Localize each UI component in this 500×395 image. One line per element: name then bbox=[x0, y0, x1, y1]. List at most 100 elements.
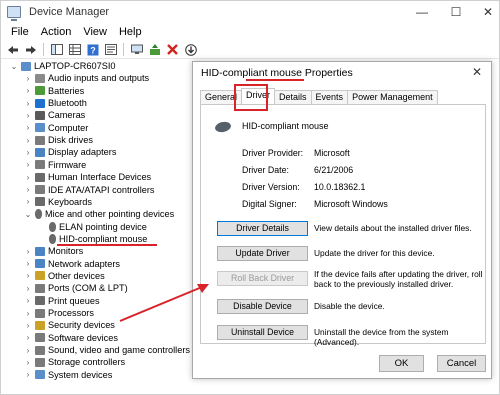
chevron-right-icon[interactable]: › bbox=[23, 309, 33, 318]
tree-category[interactable]: › Processors bbox=[23, 307, 94, 319]
driver-tab-highlight-annotation bbox=[234, 84, 268, 111]
tree-item-label: Firmware bbox=[48, 159, 87, 170]
tree-category[interactable]: › Other devices bbox=[23, 270, 105, 282]
ok-button[interactable]: OK bbox=[379, 355, 424, 372]
chevron-right-icon[interactable]: › bbox=[23, 284, 33, 293]
uninstall-device-desc: Uninstall the device from the system (Ad… bbox=[314, 327, 449, 347]
menu-help[interactable]: Help bbox=[113, 26, 148, 38]
chevron-right-icon[interactable]: › bbox=[23, 370, 33, 379]
tree-item-label: Computer bbox=[48, 122, 89, 133]
grid-view-icon[interactable] bbox=[67, 42, 82, 57]
tree-category[interactable]: › Firmware bbox=[23, 159, 87, 171]
help-icon[interactable]: ? bbox=[85, 42, 100, 57]
tree-category[interactable]: › Software devices bbox=[23, 332, 118, 344]
tree-category[interactable]: › Keyboards bbox=[23, 196, 92, 208]
update-driver-icon[interactable] bbox=[147, 42, 162, 57]
mouse-icon bbox=[35, 209, 42, 220]
tree-category[interactable]: › System devices bbox=[23, 369, 113, 381]
device-manager-icon bbox=[7, 6, 21, 21]
chevron-right-icon[interactable]: › bbox=[23, 296, 33, 305]
close-button[interactable]: ✕ bbox=[477, 3, 499, 21]
chevron-right-icon[interactable]: › bbox=[23, 197, 33, 206]
tree-category[interactable]: ⌄ Mice and other pointing devices bbox=[23, 208, 174, 220]
dialog-close-button[interactable]: ✕ bbox=[469, 65, 485, 79]
tree-category[interactable]: › Monitors bbox=[23, 245, 84, 257]
tree-category[interactable]: › Cameras bbox=[23, 109, 86, 121]
svg-text:?: ? bbox=[90, 45, 96, 55]
chevron-right-icon[interactable]: › bbox=[23, 259, 33, 268]
tree-category[interactable]: › Batteries bbox=[23, 85, 85, 97]
tree-item-label: ELAN pointing device bbox=[59, 221, 147, 232]
forward-arrow-icon[interactable] bbox=[23, 42, 38, 57]
driver-details-desc: View details about the installed driver … bbox=[314, 223, 472, 233]
menu-file[interactable]: File bbox=[5, 26, 35, 38]
display-icon bbox=[35, 147, 45, 157]
chevron-right-icon[interactable]: › bbox=[23, 346, 33, 355]
driver-tab-panel: HID-compliant mouse Driver Provider: Mic… bbox=[200, 104, 486, 347]
menu-view[interactable]: View bbox=[77, 26, 113, 38]
tree-category[interactable]: › Audio inputs and outputs bbox=[23, 72, 149, 84]
update-driver-desc: Update the driver for this device. bbox=[314, 248, 435, 258]
mouse-icon bbox=[49, 233, 56, 244]
minimize-button[interactable]: — bbox=[411, 3, 433, 21]
driver-date-label: Driver Date: bbox=[242, 165, 289, 175]
maximize-button[interactable]: ☐ bbox=[445, 3, 467, 21]
chevron-right-icon[interactable]: › bbox=[23, 247, 33, 256]
chevron-down-icon[interactable]: ⌄ bbox=[23, 210, 33, 219]
firmware-icon bbox=[35, 160, 45, 170]
chevron-right-icon[interactable]: › bbox=[23, 148, 33, 157]
chevron-right-icon[interactable]: › bbox=[23, 173, 33, 182]
tree-category[interactable]: › Ports (COM & LPT) bbox=[23, 282, 128, 294]
chevron-right-icon[interactable]: › bbox=[23, 333, 33, 342]
tree-category[interactable]: › IDE ATA/ATAPI controllers bbox=[23, 184, 155, 196]
tree-category[interactable]: › Storage controllers bbox=[23, 356, 125, 368]
title-underline-annotation bbox=[246, 79, 304, 81]
tree-category[interactable]: › Human Interface Devices bbox=[23, 171, 152, 183]
tree-item-label: Processors bbox=[48, 308, 94, 318]
cancel-button[interactable]: Cancel bbox=[437, 355, 486, 372]
chevron-right-icon[interactable]: › bbox=[23, 99, 33, 108]
chevron-right-icon[interactable]: › bbox=[23, 321, 33, 330]
roll-back-driver-button[interactable]: Roll Back Driver bbox=[217, 271, 308, 286]
download-icon[interactable] bbox=[183, 42, 198, 57]
tree-item-label: Human Interface Devices bbox=[48, 172, 152, 183]
tree-child-item[interactable]: ELAN pointing device bbox=[37, 221, 147, 233]
tree-category[interactable]: › Computer bbox=[23, 122, 89, 134]
tab-power-management[interactable]: Power Management bbox=[347, 90, 438, 104]
disable-device-button[interactable]: Disable Device bbox=[217, 299, 308, 314]
tree-category[interactable]: › Security devices bbox=[23, 319, 115, 331]
chevron-right-icon[interactable]: › bbox=[23, 86, 33, 95]
tree-category[interactable]: › Display adapters bbox=[23, 146, 117, 158]
tree-category[interactable]: › Network adapters bbox=[23, 258, 120, 270]
chevron-down-icon[interactable]: ⌄ bbox=[9, 62, 19, 71]
tree-category[interactable]: › Bluetooth bbox=[23, 97, 87, 109]
back-arrow-icon[interactable] bbox=[5, 42, 20, 57]
tree-category[interactable]: › Disk drives bbox=[23, 134, 93, 146]
tree-category[interactable]: › Sound, video and game controllers bbox=[23, 344, 190, 356]
show-hide-tree-icon[interactable] bbox=[49, 42, 64, 57]
uninstall-x-icon[interactable] bbox=[165, 42, 180, 57]
chevron-right-icon[interactable]: › bbox=[23, 74, 33, 83]
uninstall-device-button[interactable]: Uninstall Device bbox=[217, 325, 308, 340]
tree-category[interactable]: › Print queues bbox=[23, 295, 100, 307]
menu-action[interactable]: Action bbox=[35, 26, 78, 38]
tab-details[interactable]: Details bbox=[274, 90, 312, 104]
chevron-right-icon[interactable]: › bbox=[23, 111, 33, 120]
chevron-right-icon[interactable]: › bbox=[23, 136, 33, 145]
properties-icon[interactable] bbox=[103, 42, 118, 57]
chevron-right-icon[interactable]: › bbox=[23, 358, 33, 367]
update-driver-button[interactable]: Update Driver bbox=[217, 246, 308, 261]
tree-item-label: Other devices bbox=[48, 270, 105, 281]
chevron-right-icon[interactable]: › bbox=[23, 160, 33, 169]
speaker-icon bbox=[35, 73, 45, 83]
tree-root[interactable]: ⌄ LAPTOP-CR607SI0 bbox=[9, 60, 116, 72]
tab-events[interactable]: Events bbox=[310, 90, 349, 104]
chevron-right-icon[interactable]: › bbox=[23, 185, 33, 194]
toolbar: ? bbox=[1, 41, 499, 59]
port-icon bbox=[35, 283, 45, 293]
driver-details-button[interactable]: Driver Details bbox=[217, 221, 308, 236]
scan-hardware-icon[interactable] bbox=[129, 42, 144, 57]
chevron-right-icon[interactable]: › bbox=[23, 123, 33, 132]
hid-mouse-underline-annotation bbox=[57, 244, 157, 246]
chevron-right-icon[interactable]: › bbox=[23, 271, 33, 280]
